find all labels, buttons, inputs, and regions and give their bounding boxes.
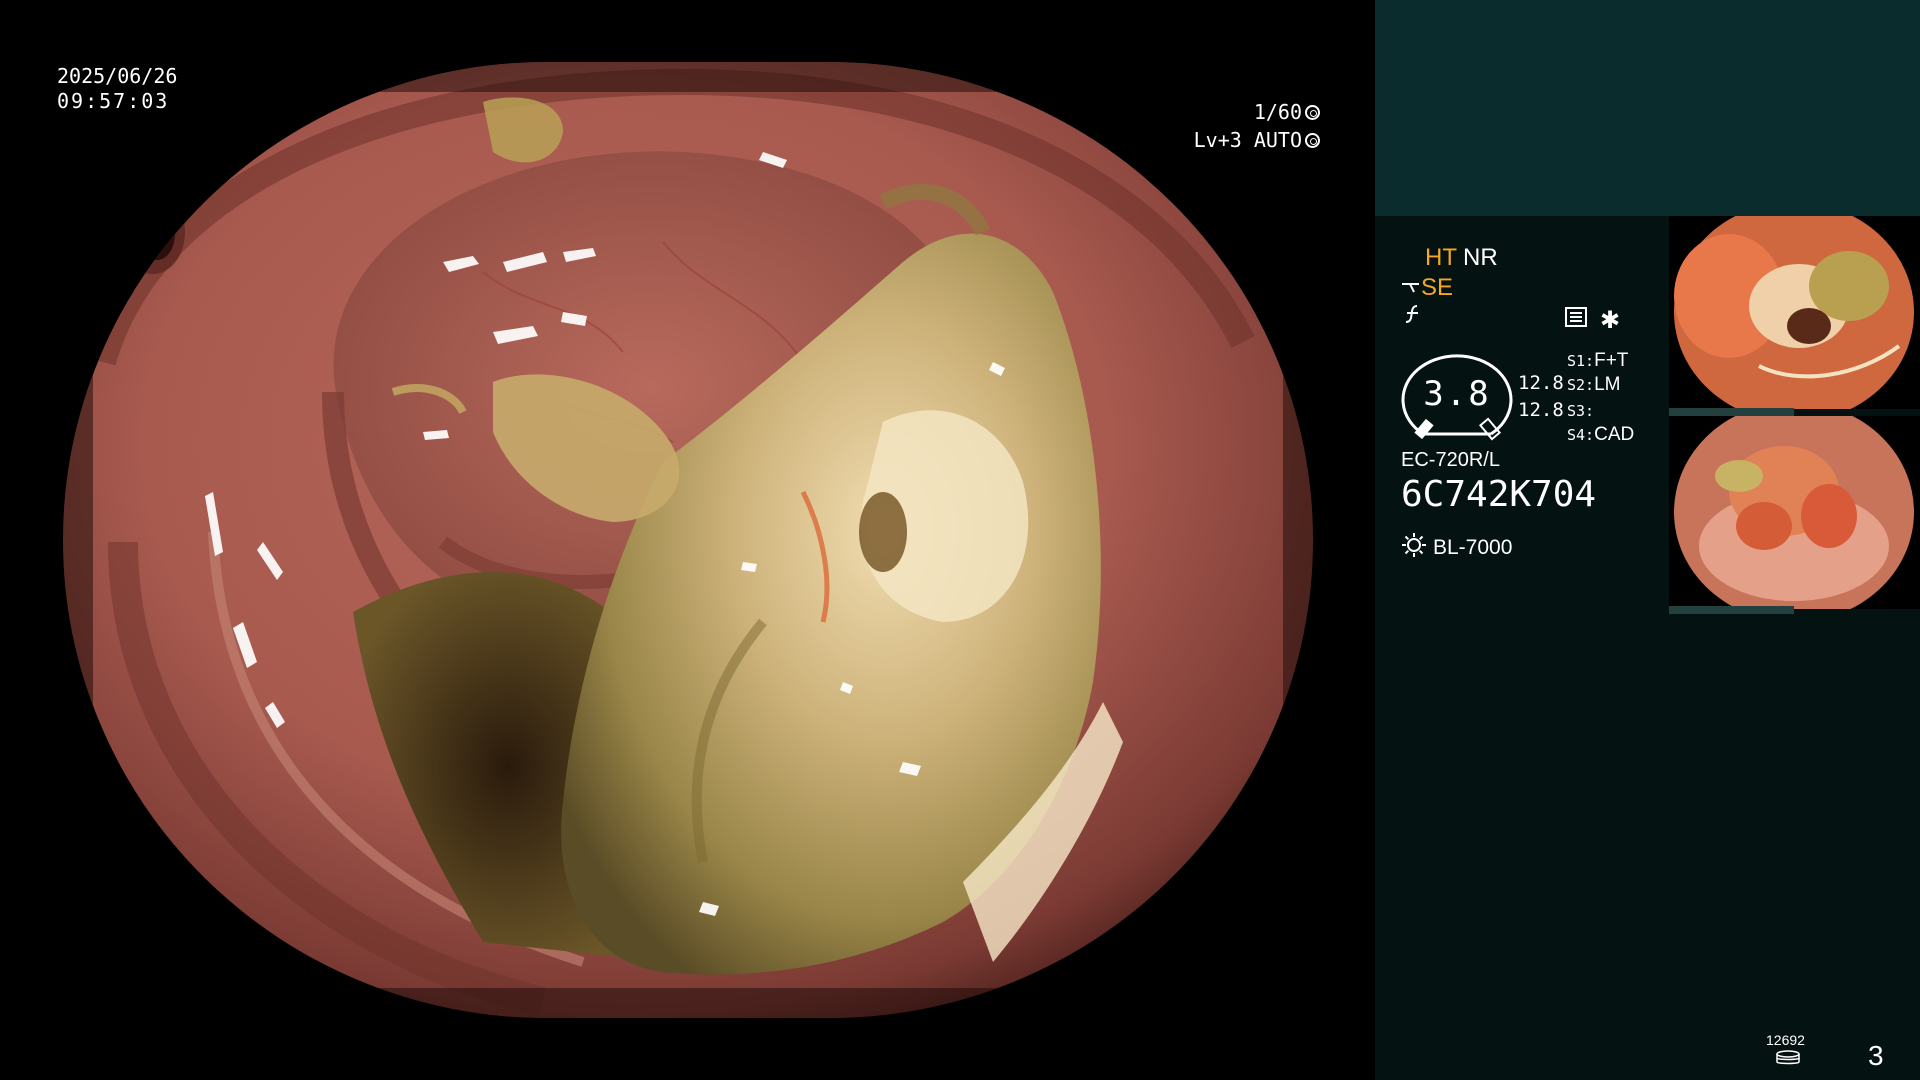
function-icon <box>1405 305 1418 323</box>
se-label: SE <box>1421 274 1454 301</box>
scope-model: EC-720R/L <box>1401 449 1500 471</box>
shutter-readout: 1/60 <box>1254 100 1320 124</box>
target-icon <box>1305 133 1320 148</box>
aperture-icon <box>1305 105 1320 120</box>
thumbnail-caption-bar <box>1669 408 1794 416</box>
star-icon: ✱ <box>1600 307 1621 334</box>
switch-key: S2: <box>1567 376 1595 394</box>
scope-serial: 6C742K704 <box>1401 474 1597 515</box>
endoscopic-live-view <box>63 62 1313 1018</box>
function-indicator <box>1403 304 1423 330</box>
switch-s4: S4:CAD <box>1567 424 1634 446</box>
switch-value: CAD <box>1594 424 1635 445</box>
brightness-level: Lv+3 AUTO <box>1193 128 1302 152</box>
zoom-reading-b: 12.8 <box>1518 399 1564 421</box>
switch-value: LM <box>1594 374 1621 395</box>
endoscopy-screen: 2025/06/26 09:57:03 1/60 Lv+3 AUTO HT NR… <box>0 0 1920 1080</box>
switch-s3: S3: <box>1567 400 1594 422</box>
shutter-speed: 1/60 <box>1253 100 1302 124</box>
colon-image <box>63 62 1313 1018</box>
thumbnail-image <box>1669 216 1920 409</box>
se-indicator: SE <box>1401 274 1453 302</box>
switch-value: F+T <box>1594 350 1629 371</box>
level-readout: Lv+3 AUTO <box>1194 128 1320 152</box>
thumbnail-caption-bar <box>1669 606 1794 614</box>
captured-thumbnail-1[interactable] <box>1669 216 1920 409</box>
captured-thumbnail-2[interactable] <box>1669 416 1920 609</box>
mode-nr: NR <box>1463 244 1498 271</box>
database-icon <box>1775 1050 1801 1070</box>
light-source: BL-7000 <box>1401 532 1512 560</box>
zoom-dial: 3.8 <box>1401 350 1513 442</box>
zoom-reading-a: 12.8 <box>1518 372 1564 394</box>
grid-icon <box>1565 307 1587 332</box>
exam-date: 2025/06/26 <box>57 64 178 88</box>
image-counter: 12692 <box>1766 1032 1805 1048</box>
switch-key: S3: <box>1567 402 1595 420</box>
exam-time: 09:57:03 <box>57 89 170 113</box>
switch-s2: S2:LM <box>1567 374 1621 396</box>
sun-icon <box>1402 533 1426 557</box>
switch-s1: S1:F+T <box>1567 350 1628 372</box>
mode-ht: HT <box>1425 244 1457 271</box>
wire-icon <box>1402 283 1419 293</box>
status-panel-header <box>1375 0 1920 216</box>
thumbnail-image <box>1669 416 1920 609</box>
light-source-model: BL-7000 <box>1433 536 1513 559</box>
switch-key: S1: <box>1567 352 1595 370</box>
switch-key: S4: <box>1567 426 1595 444</box>
zoom-value: 3.8 <box>1423 374 1491 414</box>
page-number: 3 <box>1868 1040 1884 1071</box>
